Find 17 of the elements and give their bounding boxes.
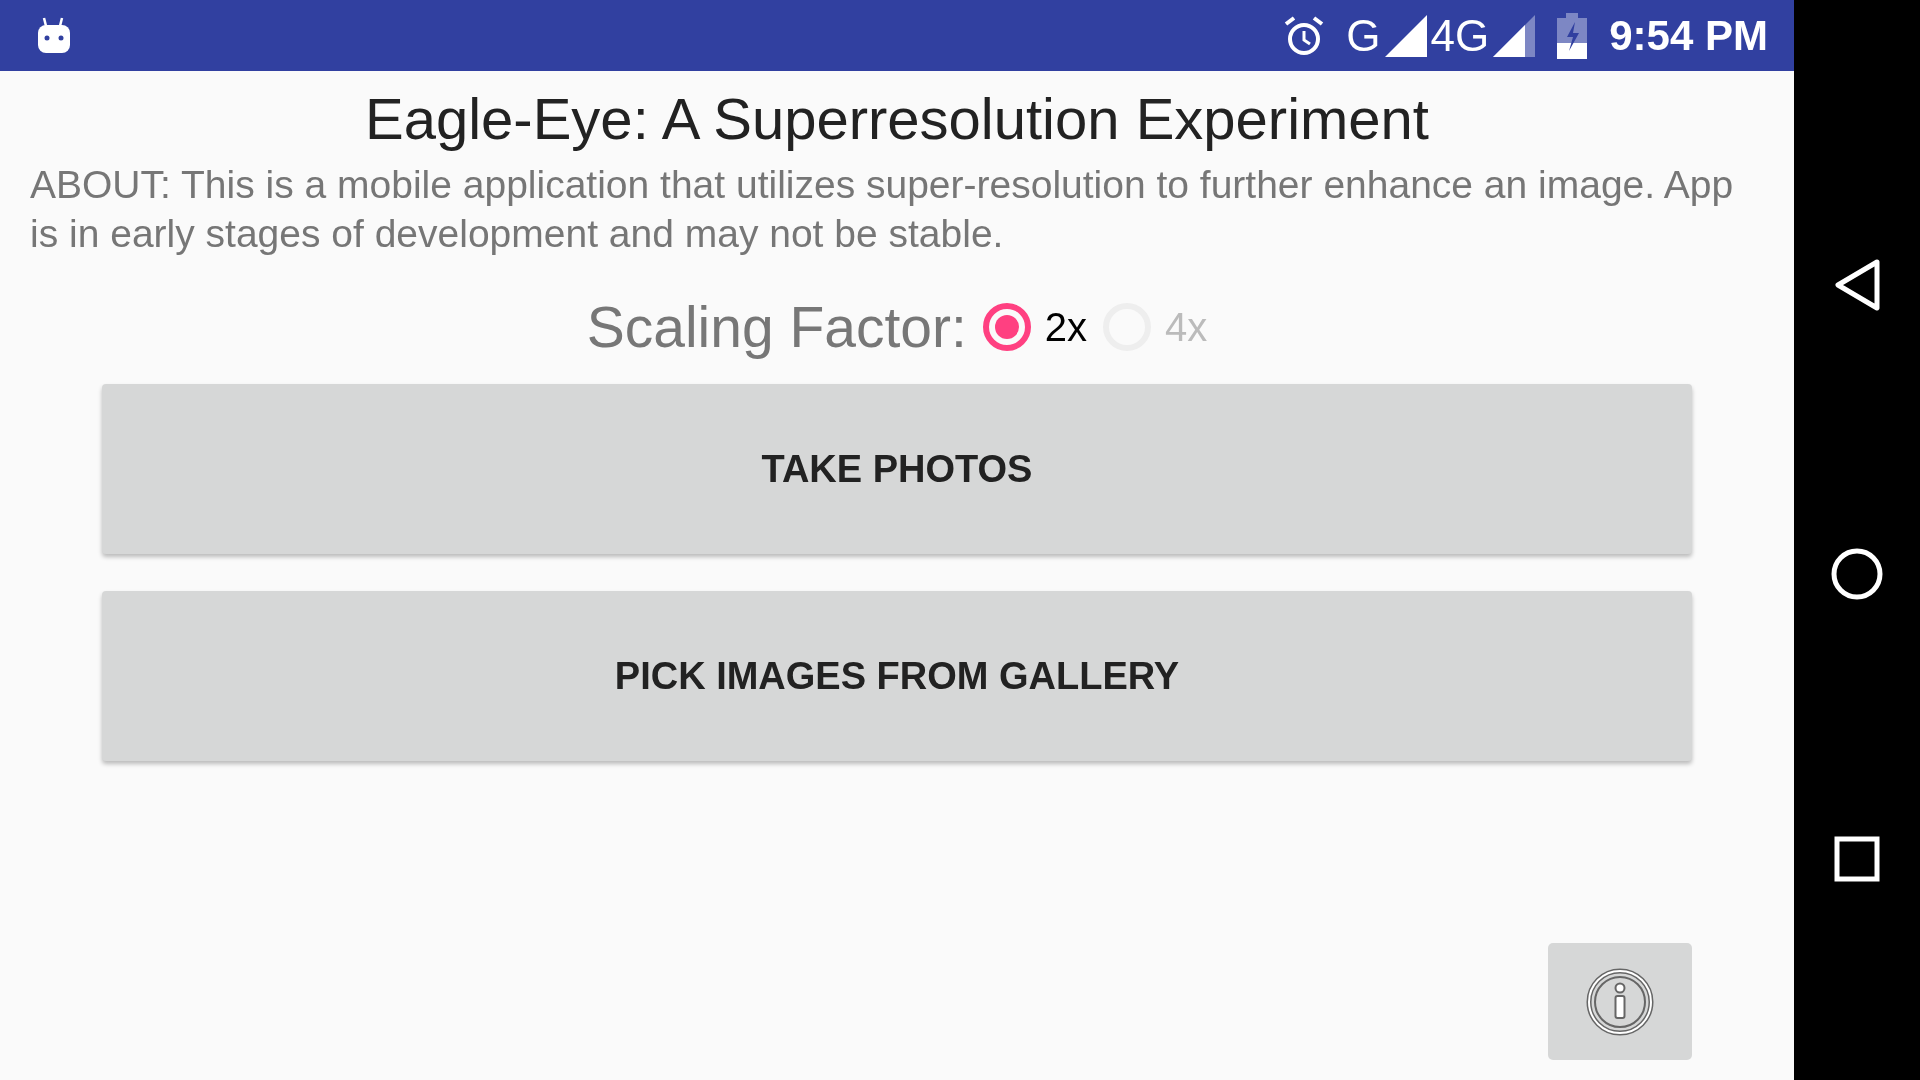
network-type: G xyxy=(1346,10,1381,61)
scale-radio-option[interactable]: 2x xyxy=(982,303,1088,351)
action-button[interactable]: PICK IMAGES FROM GALLERY xyxy=(102,591,1692,761)
app-title: Eagle-Eye: A Superresolution Experiment xyxy=(364,85,1430,152)
about-text: ABOUT: This is a mobile application that utilizes super-resolution to further enhance an image. App is in early stages of development and may not be stable. xyxy=(30,162,1735,257)
info-button[interactable] xyxy=(1548,943,1692,1060)
back-button[interactable] xyxy=(1833,257,1881,312)
status-time: 9:54 PM xyxy=(1609,11,1768,60)
battery-icon xyxy=(1557,12,1588,59)
scaling-label: Scaling Factor: xyxy=(586,294,967,360)
signal-icon xyxy=(1493,14,1536,57)
info-icon xyxy=(1586,967,1654,1036)
action-button[interactable]: TAKE PHOTOS xyxy=(102,384,1692,554)
home-button[interactable] xyxy=(1830,547,1884,601)
recents-button[interactable] xyxy=(1834,836,1880,883)
network-type: 4G xyxy=(1430,10,1490,61)
signal-icon xyxy=(1384,14,1427,57)
